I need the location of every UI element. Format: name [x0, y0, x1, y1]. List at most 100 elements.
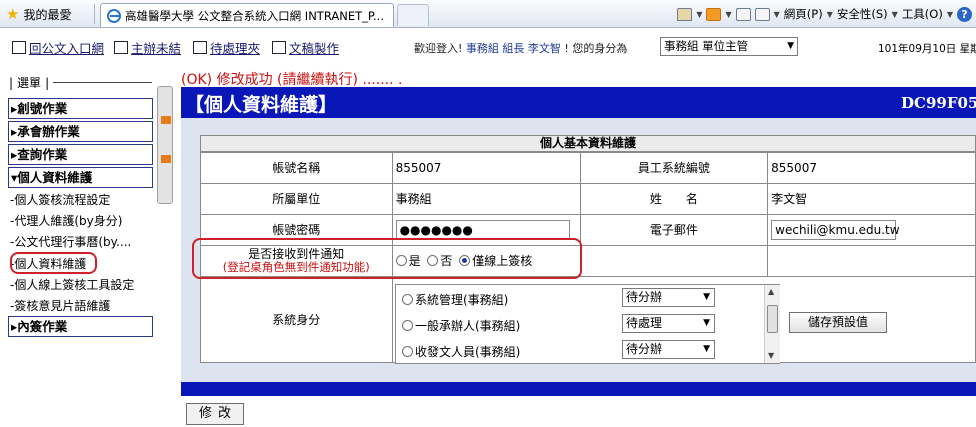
browser-toolbar: ★ 我的最愛 高雄醫學大學 公文整合系統入口網 INTRANET_P... ▼ …: [0, 0, 976, 28]
page-title: 【個人資料維護】: [185, 94, 338, 116]
chevron-down-icon[interactable]: ▼: [774, 10, 780, 19]
scroll-down-icon[interactable]: ▼: [768, 351, 774, 360]
chevron-down-icon: ▼: [946, 9, 953, 19]
system-role-item[interactable]: 系統管理(事務組): [402, 291, 508, 308]
menu-page[interactable]: 網頁(P): [784, 6, 823, 22]
system-role-item[interactable]: 收發文人員(事務組): [402, 343, 520, 360]
menu-collapse-handle[interactable]: [157, 86, 173, 204]
print-icon[interactable]: [754, 7, 770, 21]
submenu-item-phrases[interactable]: -簽核意見片語維護: [10, 297, 110, 314]
menu-item-internal[interactable]: ▸內簽作業: [8, 316, 153, 337]
submenu-item-approval-flow[interactable]: -個人簽核流程設定: [10, 191, 110, 208]
bottom-bar: [181, 382, 976, 396]
nav-link-pending[interactable]: 主辦未結: [114, 38, 181, 57]
nav-link-portal[interactable]: 回公文入口網: [12, 38, 104, 57]
star-icon: ★: [6, 4, 20, 23]
screen: ★ 我的最愛 高雄醫學大學 公文整合系統入口網 INTRANET_P... ▼ …: [0, 0, 976, 427]
system-identity-label: 系統身分: [200, 275, 393, 363]
system-role-item[interactable]: 一般承辦人(事務組): [402, 317, 520, 334]
arrow-right-icon[interactable]: [161, 116, 171, 124]
menu-item-label: 查詢作業: [17, 147, 68, 162]
name-value: 李文智: [767, 182, 976, 215]
notify-empty-cell: [579, 244, 769, 277]
browser-tab-active[interactable]: 高雄醫學大學 公文整合系統入口網 INTRANET_P...: [100, 3, 394, 27]
welcome-name: 李文智: [527, 42, 561, 55]
system-roles-scrollbar[interactable]: ▲ ▼: [764, 285, 780, 363]
email-input[interactable]: wechili@kmu.edu.tw: [771, 219, 900, 240]
submenu-item-proxy-calendar[interactable]: -公文代理行事曆(by....: [10, 233, 131, 250]
menu-tools[interactable]: 工具(O): [902, 6, 943, 22]
status-message: (OK) 修改成功 (請繼續執行) ....... .: [181, 72, 403, 88]
help-icon[interactable]: ?: [957, 6, 972, 22]
chevron-down-icon: ▼: [787, 41, 794, 51]
welcome-prefix: 歡迎登入!: [414, 42, 463, 55]
welcome-text: 歡迎登入! 事務組 組長 李文智 ! 您的身分為: [414, 40, 627, 56]
nav-link-label: 回公文入口網: [29, 41, 105, 56]
chevron-down-icon[interactable]: ▼: [696, 10, 702, 19]
submenu-item-proxy[interactable]: -代理人維護(by身分): [10, 212, 122, 229]
welcome-unit: 事務組: [465, 42, 499, 55]
chevron-down-icon: ▼: [703, 292, 710, 302]
favorites-label: 我的最愛: [23, 7, 72, 22]
unit-value: 事務組: [391, 182, 581, 215]
system-role-name: 一般承辦人(事務組): [415, 319, 521, 333]
save-default-button[interactable]: 儲存預設值: [789, 312, 887, 333]
folder-icon: [193, 41, 207, 54]
menu-header-right-bar: |: [45, 75, 50, 90]
nav-link-label: 待處理夾: [210, 41, 261, 56]
chevron-down-icon[interactable]: ▼: [725, 10, 731, 19]
scroll-up-icon[interactable]: ▲: [768, 287, 774, 296]
menu-header-label: 選單: [17, 76, 42, 90]
scroll-thumb[interactable]: [767, 305, 778, 333]
menu-item-label: 個人資料維護: [17, 170, 93, 185]
mail-icon[interactable]: [735, 7, 751, 21]
system-role-status-select[interactable]: 待處理 ▼: [622, 314, 715, 333]
submenu-item-signing-tool[interactable]: -個人線上簽核工具設定: [10, 276, 134, 293]
menu-item-label: 內簽作業: [17, 319, 68, 334]
browser-command-bar: ▼ ▼ ▼ 網頁(P) ▼ 安全性(S) ▼ 工具(O) ▼ ?: [677, 3, 972, 25]
menu-item-label: 承會辦作業: [17, 124, 80, 139]
menu-header-left-bar: |: [9, 75, 14, 90]
employee-id-value: 855007: [767, 151, 976, 184]
nav-link-todo-folder[interactable]: 待處理夾: [193, 38, 260, 57]
menu-item-create-number[interactable]: ▸創號作業: [8, 98, 153, 119]
modify-button[interactable]: 修改: [186, 403, 244, 425]
notify-empty-cell-2: [767, 244, 976, 277]
edit-icon: [272, 41, 286, 54]
menu-item-personal-data[interactable]: ▾個人資料維護: [8, 167, 153, 188]
new-tab-button[interactable]: [397, 4, 429, 26]
account-name-label: 帳號名稱: [200, 151, 393, 184]
menu-item-handling[interactable]: ▸承會辦作業: [8, 121, 153, 142]
menu-header-line: [53, 82, 152, 83]
welcome-title: 組長: [502, 42, 525, 55]
password-input[interactable]: ●●●●●●●: [395, 219, 570, 240]
employee-id-label: 員工系統編號: [579, 151, 769, 184]
system-role-status-select[interactable]: 待分辦 ▼: [622, 288, 715, 307]
system-role-name: 收發文人員(事務組): [415, 345, 521, 359]
menu-safety[interactable]: 安全性(S): [837, 6, 888, 22]
menu-item-label: 創號作業: [17, 101, 68, 116]
system-roles-list[interactable]: 系統管理(事務組) 待分辦 ▼ 一般承辦人(事務組) 待處理 ▼ 收發文人員(事務組…: [395, 284, 780, 364]
favorites-button[interactable]: ★ 我的最愛: [6, 4, 71, 24]
menu-item-query[interactable]: ▸查詢作業: [8, 144, 153, 165]
arrow-left-icon[interactable]: [161, 155, 171, 163]
radio-icon: [402, 320, 413, 331]
chevron-down-icon: ▼: [891, 9, 898, 19]
system-role-status-select[interactable]: 待分辦 ▼: [622, 340, 715, 359]
role-label: ! 您的身分為: [564, 42, 628, 55]
app-top-nav: 回公文入口網 主辦未結 待處理夾 文稿製作 歡迎登入! 事務組 組長 李文智 !…: [0, 34, 976, 60]
role-select[interactable]: 事務組 單位主管 ▼: [660, 37, 798, 56]
nav-link-drafting[interactable]: 文稿製作: [272, 38, 339, 57]
document-icon: [114, 41, 128, 54]
form-caption: 個人基本資料維護: [200, 135, 976, 152]
email-label: 電子郵件: [579, 213, 769, 246]
page-code: DC99F05: [901, 94, 976, 112]
nav-link-label: 文稿製作: [289, 41, 340, 56]
system-role-name: 系統管理(事務組): [415, 293, 509, 307]
home-icon[interactable]: [677, 7, 693, 21]
rss-icon[interactable]: [706, 7, 722, 21]
toolbar-divider: [94, 4, 95, 24]
nav-link-label: 主辦未結: [131, 41, 182, 56]
chevron-down-icon: ▼: [703, 318, 710, 328]
highlight-box-menu: [10, 252, 97, 274]
